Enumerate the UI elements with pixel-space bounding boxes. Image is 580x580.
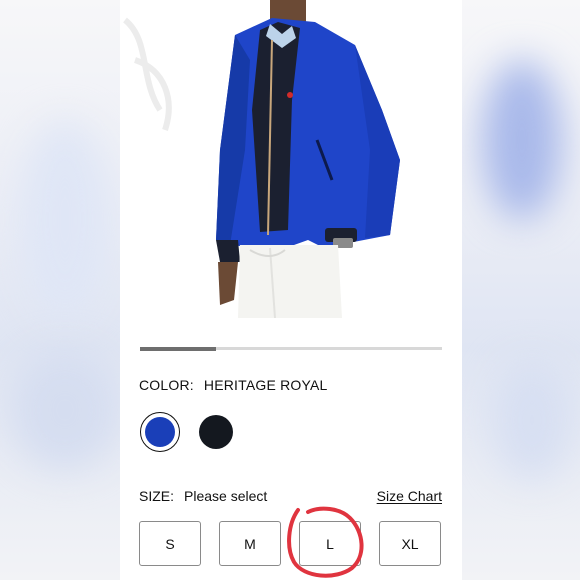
product-panel: COLOR: HERITAGE ROYAL SIZE: Please select …: [120, 0, 462, 580]
swatch-navy[interactable]: [196, 412, 236, 452]
color-selection-label: COLOR: HERITAGE ROYAL: [139, 377, 328, 393]
swatch-color-fill: [199, 415, 233, 449]
size-label: SIZE:: [139, 488, 175, 504]
color-label: COLOR:: [139, 377, 194, 393]
swatch-heritage-royal[interactable]: [140, 412, 180, 452]
carousel-progress-thumb[interactable]: [140, 346, 216, 351]
swatch-color-fill: [144, 416, 175, 447]
size-option-s[interactable]: S: [139, 521, 201, 566]
size-chart-link[interactable]: Size Chart: [377, 488, 442, 504]
selected-color-name: HERITAGE ROYAL: [203, 377, 328, 393]
background-blur-right: [462, 0, 580, 580]
size-option-l[interactable]: L: [299, 521, 361, 566]
model-jacket-illustration: [122, 0, 400, 318]
size-option-xl[interactable]: XL: [379, 521, 441, 566]
background-blur-left: [0, 0, 120, 580]
size-option-m[interactable]: M: [219, 521, 281, 566]
size-prompt: Please select: [184, 488, 268, 504]
product-image[interactable]: [120, 0, 462, 318]
image-carousel-progress[interactable]: [140, 346, 442, 351]
size-selection-label: SIZE: Please select: [139, 488, 267, 504]
